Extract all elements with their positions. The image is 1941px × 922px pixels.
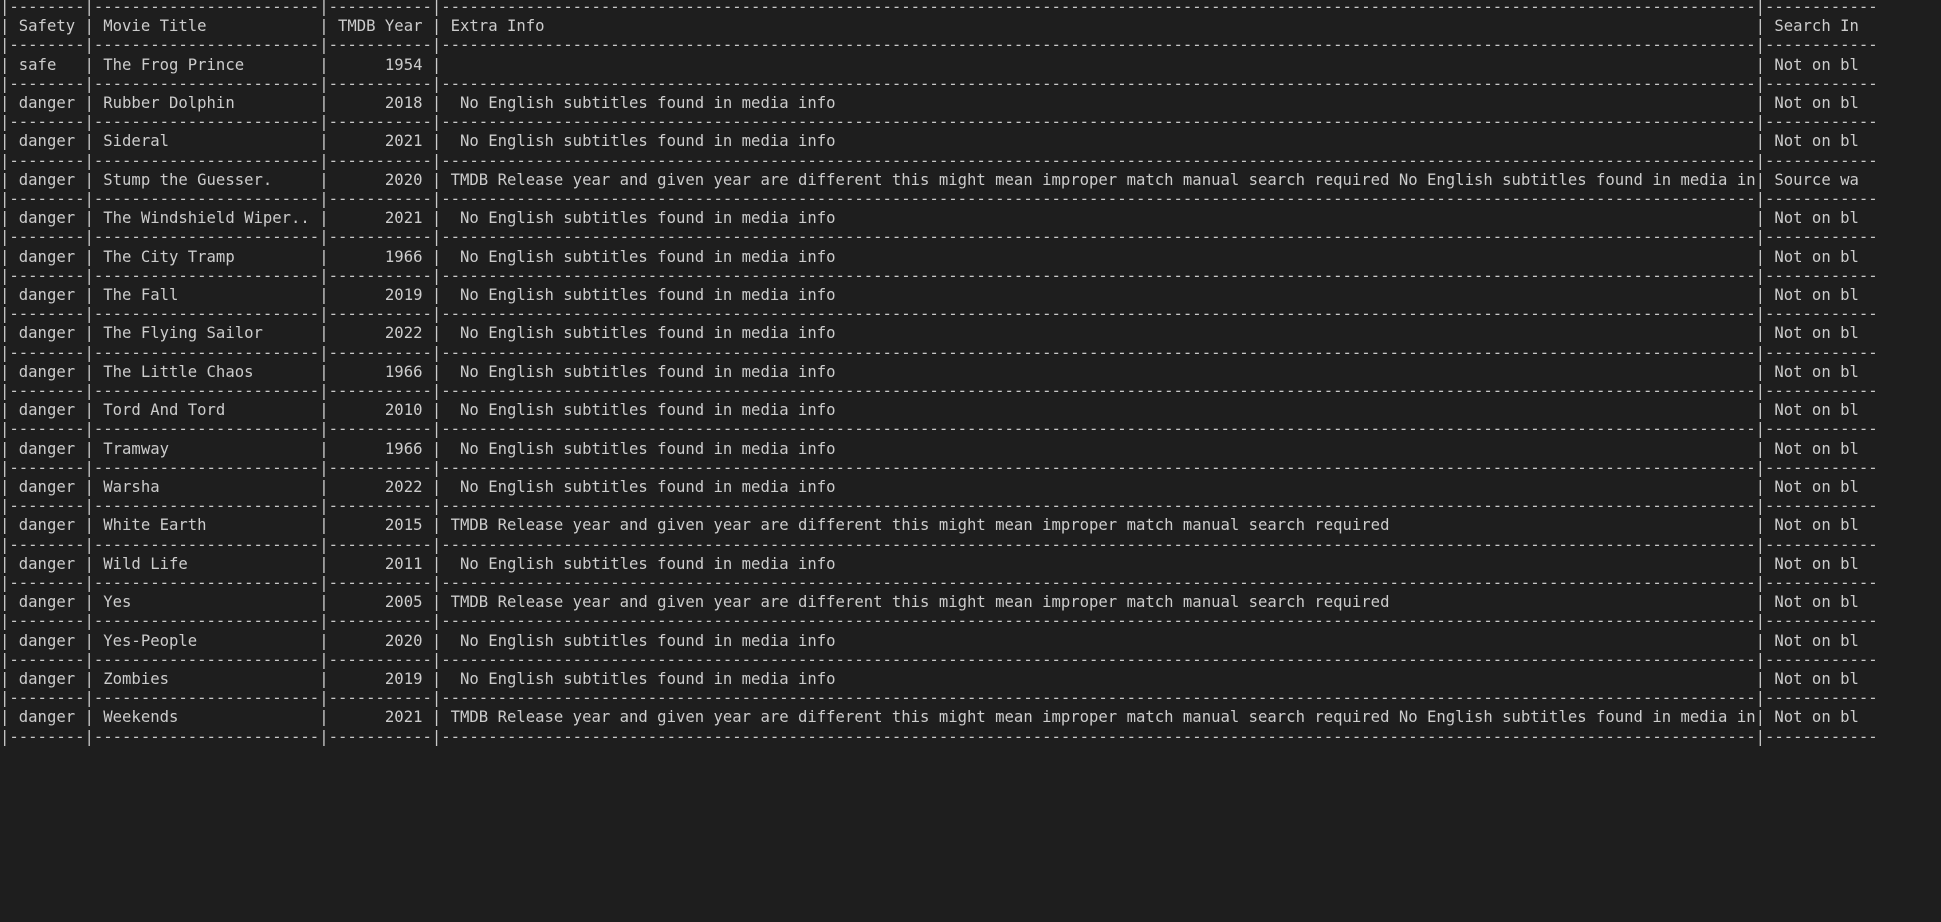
terminal-output: |--------|------------------------|-----… [0, 0, 1941, 922]
table-separator: |--------|------------------------|-----… [0, 727, 1878, 746]
